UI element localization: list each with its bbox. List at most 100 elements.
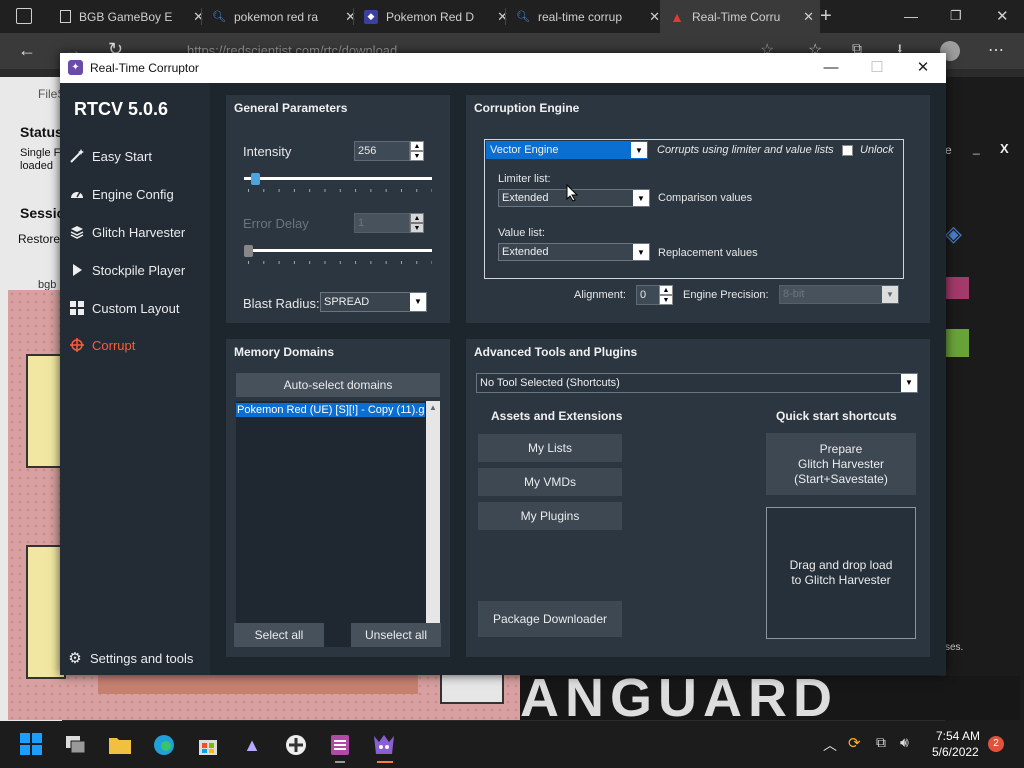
tray-time[interactable]: 7:54 AM xyxy=(936,729,980,743)
limiter-value: Extended xyxy=(502,192,549,204)
general-parameters-panel: General Parameters Intensity 256 ▲ ▼ Err… xyxy=(226,95,450,323)
notes-app-icon[interactable] xyxy=(328,733,352,757)
drop-line: Drag and drop load xyxy=(789,558,893,572)
task-view-icon[interactable] xyxy=(64,733,88,757)
rtcv-taskbar-icon[interactable] xyxy=(372,733,396,757)
back-arrow-icon[interactable]: ← xyxy=(18,40,36,61)
error-delay-field[interactable]: 1 xyxy=(354,213,410,233)
store-icon[interactable] xyxy=(196,733,220,757)
browser-tab-pokemon[interactable]: ◆ Pokemon Red D ✕ xyxy=(354,0,514,33)
engine-select[interactable]: Vector Engine ▼ xyxy=(486,141,648,159)
precision-label: Engine Precision: xyxy=(683,289,769,301)
site-favicon-icon: ◆ xyxy=(364,9,378,24)
blast-radius-label: Blast Radius: xyxy=(243,296,320,311)
prepare-line: (Start+Savestate) xyxy=(794,471,888,486)
bg-label: Status xyxy=(20,124,63,140)
intensity-label: Intensity xyxy=(243,144,292,159)
main-area: General Parameters Intensity 256 ▲ ▼ Err… xyxy=(210,83,946,675)
browser-tab-bgb[interactable]: BGB GameBoy E ✕ xyxy=(50,0,210,33)
error-delay-slider-thumb[interactable] xyxy=(244,245,253,257)
package-downloader-button[interactable]: Package Downloader xyxy=(478,601,622,637)
app-triangle-icon[interactable]: ▲ xyxy=(240,733,264,757)
value-list-label: Value list: xyxy=(498,227,545,239)
my-vmds-button[interactable]: My VMDs xyxy=(478,468,622,496)
tray-chevron-up-icon[interactable]: ︿ xyxy=(823,735,837,755)
blast-radius-select[interactable]: SPREAD ▼ xyxy=(320,292,427,312)
browser-tab-rtc[interactable]: ▲ Real-Time Corru ✕ xyxy=(660,0,820,33)
sidebar-item-corrupt[interactable]: Corrupt xyxy=(70,334,135,356)
value-list-select[interactable]: Extended ▼ xyxy=(498,243,650,261)
new-tab-button[interactable]: + xyxy=(820,5,832,28)
domain-list-scrollbar[interactable]: ▲ ▼ xyxy=(426,401,440,647)
minimize-button[interactable]: — xyxy=(808,57,854,79)
rtcv-logo-icon: ✦ xyxy=(68,60,83,75)
volume-icon[interactable]: 🔊︎ xyxy=(900,734,909,751)
close-tab-icon[interactable]: ✕ xyxy=(803,9,814,25)
browser-tab-search-1[interactable]: 🔍︎ pokemon red ra ✕ xyxy=(202,0,362,33)
settings-and-tools-button[interactable]: ⚙ Settings and tools xyxy=(68,647,193,669)
title-bar: ✦ Real-Time Corruptor — ☐ ✕ xyxy=(60,53,946,83)
sidebar-item-stockpile-player[interactable]: Stockpile Player xyxy=(70,259,185,281)
intensity-field[interactable]: 256 xyxy=(354,141,410,161)
sidebar-item-label: Engine Config xyxy=(92,186,174,202)
my-lists-button[interactable]: My Lists xyxy=(478,434,622,462)
intensity-slider-thumb[interactable] xyxy=(251,173,261,185)
sidebar: RTCV 5.0.6 Easy Start Engine Config Glit… xyxy=(60,83,210,675)
memory-domains-panel: Memory Domains Auto-select domains Pokem… xyxy=(226,339,450,657)
drag-drop-zone[interactable]: Drag and drop load to Glitch Harvester xyxy=(766,507,916,639)
select-all-button[interactable]: Select all xyxy=(234,623,324,647)
prepare-glitch-harvester-button[interactable]: Prepare Glitch Harvester (Start+Savestat… xyxy=(766,433,916,495)
background-app-right: e _ X ◈ ses. xyxy=(945,77,1024,722)
sidebar-item-custom-layout[interactable]: Custom Layout xyxy=(70,297,179,319)
search-icon: 🔍︎ xyxy=(212,11,226,23)
rtcv-window: ✦ Real-Time Corruptor — ☐ ✕ RTCV 5.0.6 E… xyxy=(60,53,946,675)
scroll-up-icon[interactable]: ▲ xyxy=(429,403,437,412)
sidebar-item-label: Glitch Harvester xyxy=(92,224,186,240)
alignment-field[interactable]: 0 xyxy=(636,285,660,305)
more-menu-icon[interactable]: ⋯ xyxy=(988,40,1004,60)
browser-close-icon[interactable]: ✕ xyxy=(996,7,1009,25)
alignment-stepper[interactable]: ▲ ▼ xyxy=(659,285,673,305)
tool-select[interactable]: No Tool Selected (Shortcuts) ▼ xyxy=(476,373,918,393)
gamepad-icon[interactable] xyxy=(284,733,308,757)
unlock-label: Unlock xyxy=(860,144,894,156)
document-icon xyxy=(60,10,71,23)
taskbar-active-indicator xyxy=(377,761,393,763)
unselect-all-button[interactable]: Unselect all xyxy=(351,623,441,647)
intensity-stepper[interactable]: ▲ ▼ xyxy=(410,141,424,161)
bg-banner-text: ANGUARD xyxy=(520,676,1020,720)
domain-list[interactable]: Pokemon Red (UE) [S][!] - Copy (11).gb ▲… xyxy=(236,401,440,647)
tray-display-icon[interactable]: ⧉ xyxy=(876,734,886,751)
unlock-checkbox[interactable] xyxy=(842,145,853,156)
sidebar-item-easy-start[interactable]: Easy Start xyxy=(70,145,152,167)
precision-select[interactable]: 8-bit ▼ xyxy=(779,285,899,304)
start-windows-icon[interactable] xyxy=(20,733,42,755)
tab-actions-icon[interactable] xyxy=(16,8,32,24)
browser-tab-search-2[interactable]: 🔍︎ real-time corrup ✕ xyxy=(506,0,666,33)
my-plugins-button[interactable]: My Plugins xyxy=(478,502,622,530)
tray-sync-icon[interactable]: ⟳ xyxy=(848,734,861,752)
bg-label: e xyxy=(945,143,952,157)
browser-restore-icon[interactable]: ❐ xyxy=(950,8,962,24)
intensity-slider[interactable] xyxy=(244,171,432,195)
file-explorer-icon[interactable] xyxy=(108,733,132,757)
maximize-button[interactable]: ☐ xyxy=(854,57,900,79)
edge-browser-icon[interactable] xyxy=(152,733,176,757)
sidebar-item-label: Custom Layout xyxy=(92,300,180,316)
sidebar-item-engine-config[interactable]: Engine Config xyxy=(70,183,174,205)
error-delay-stepper[interactable]: ▲ ▼ xyxy=(410,213,424,233)
close-tab-icon[interactable]: ✕ xyxy=(649,9,660,25)
browser-minimize-icon[interactable]: — xyxy=(904,8,918,24)
search-icon: 🔍︎ xyxy=(516,11,530,23)
sidebar-item-glitch-harvester[interactable]: Glitch Harvester xyxy=(70,221,185,243)
auto-select-domains-button[interactable]: Auto-select domains xyxy=(236,373,440,397)
error-delay-slider[interactable] xyxy=(244,243,432,267)
domain-list-item[interactable]: Pokemon Red (UE) [S][!] - Copy (11).gb xyxy=(236,403,425,417)
panel-title: Advanced Tools and Plugins xyxy=(474,345,638,359)
close-button[interactable]: ✕ xyxy=(900,57,946,79)
panel-title: General Parameters xyxy=(234,101,348,115)
notification-badge[interactable]: 2 xyxy=(988,736,1004,752)
tray-date[interactable]: 5/6/2022 xyxy=(932,745,979,759)
tab-label: Real-Time Corru xyxy=(692,9,781,24)
app-version: RTCV 5.0.6 xyxy=(74,99,169,119)
